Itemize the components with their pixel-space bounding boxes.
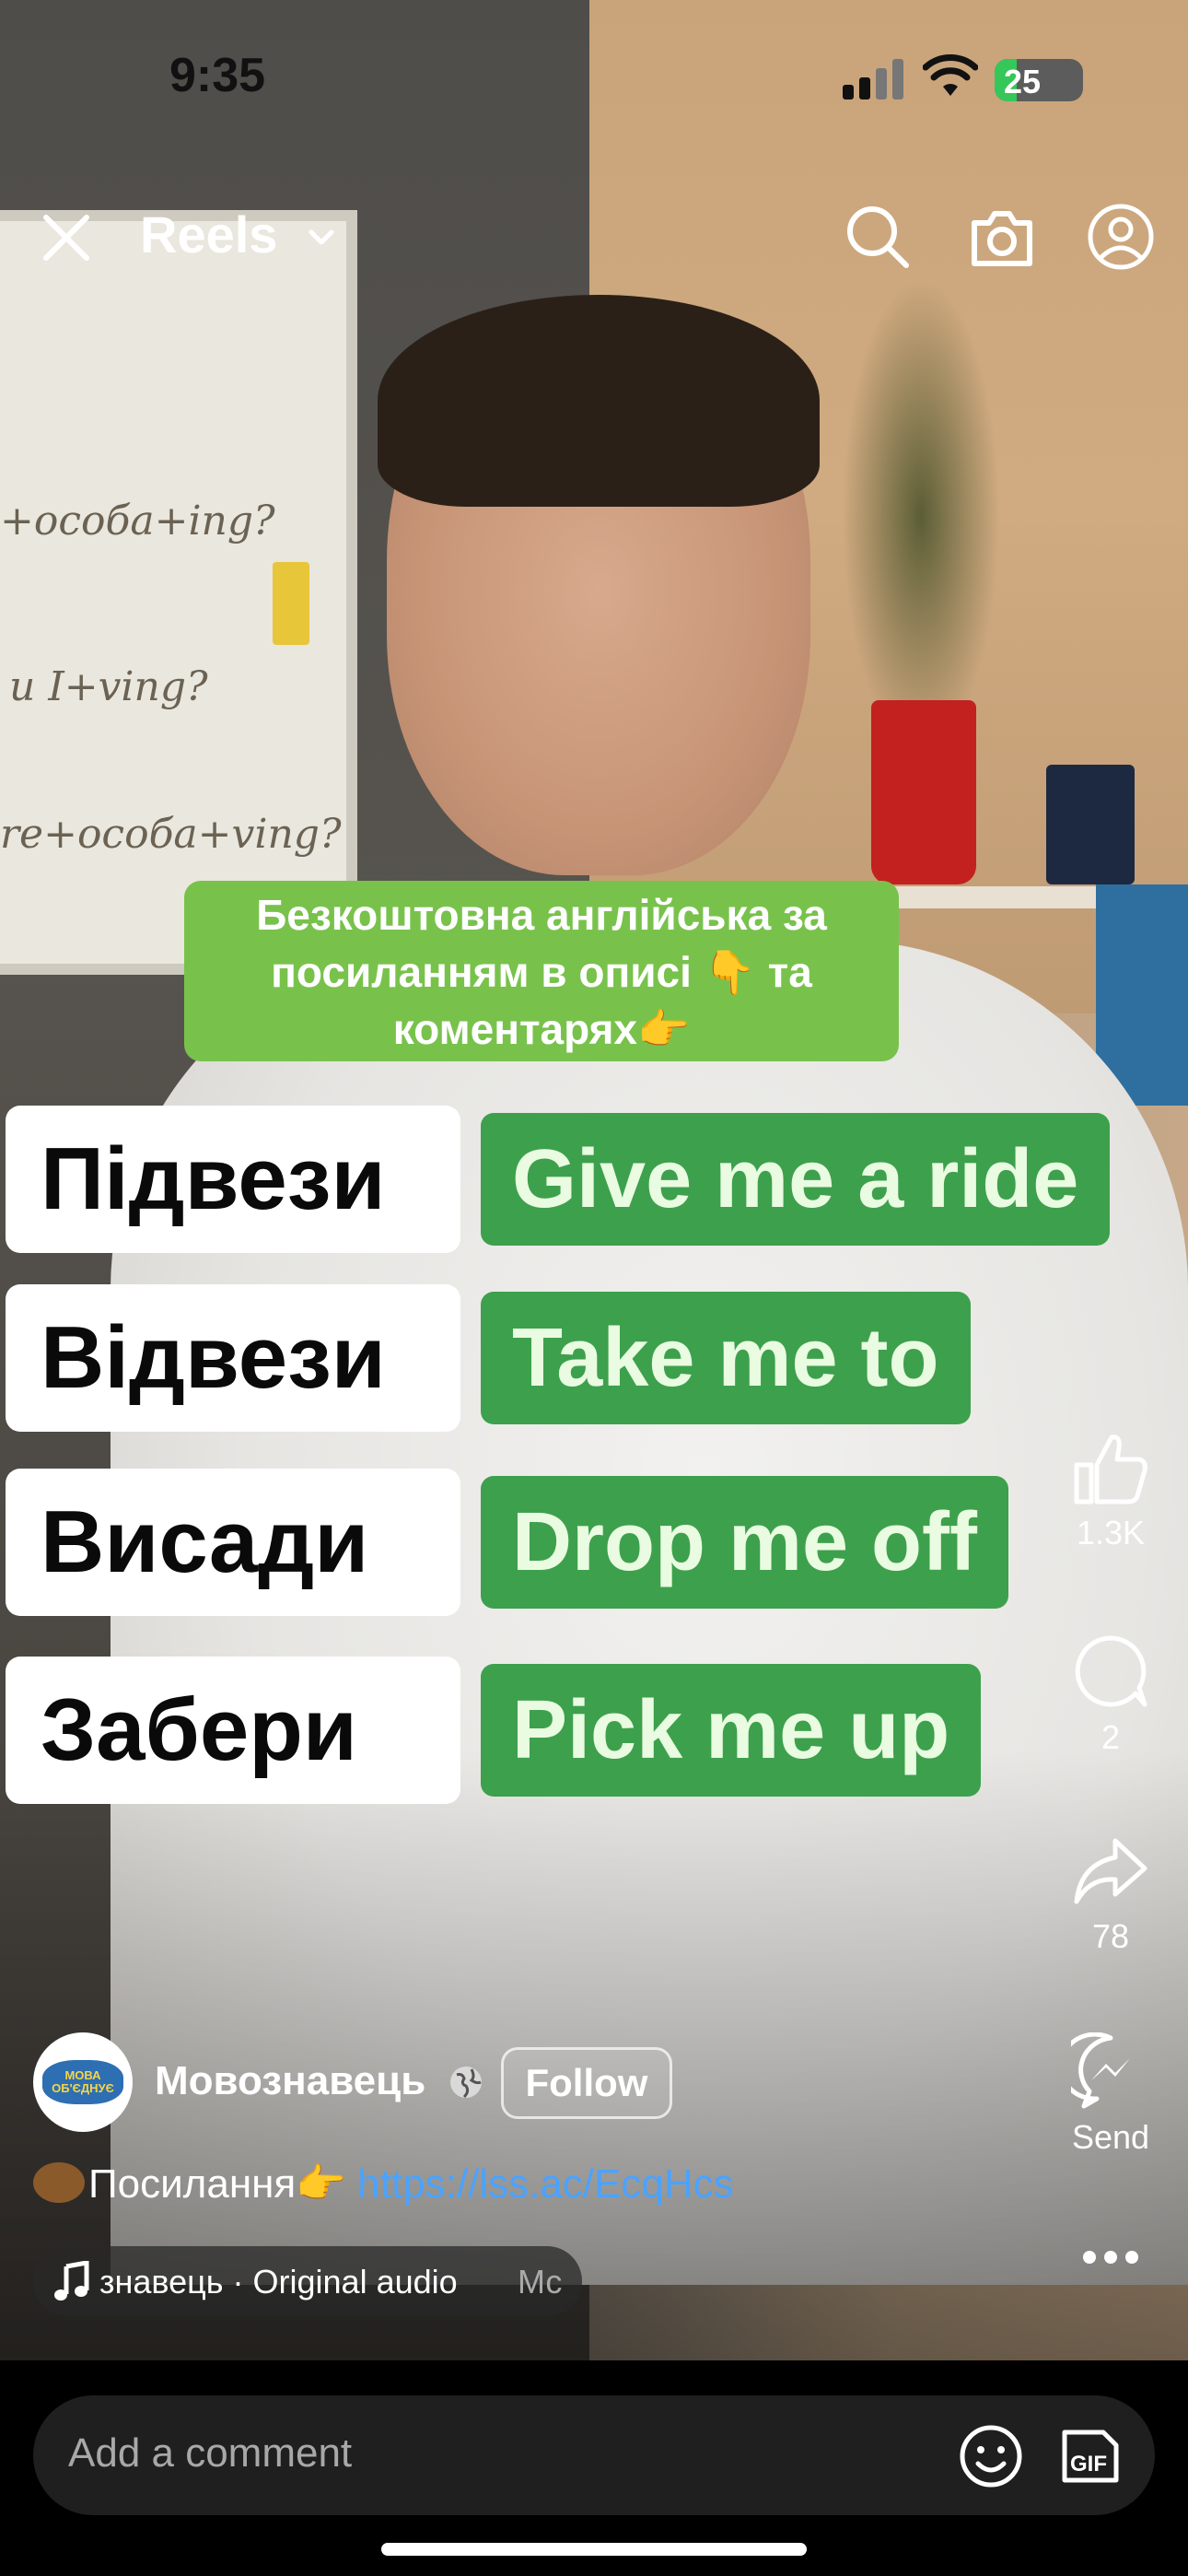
comment-button[interactable]: 2 [1055,1633,1166,1757]
gif-icon[interactable]: GIF [1059,2423,1122,2489]
svg-text:GIF: GIF [1070,2452,1107,2476]
whiteboard-scribble: u I+ving? [9,663,208,710]
caption-text: Посилання👉 [88,2161,347,2207]
ukrainian-phrase: Забери [6,1657,460,1804]
brand-logo-text: МОВА ОБ'ЄДНУЄ [52,2068,114,2095]
music-icon [54,2261,89,2301]
status-time: 9:35 [169,49,266,102]
sticky-note [273,562,309,645]
comment-input[interactable]: Add a comment [68,2430,352,2476]
audio-pill[interactable]: знавець · Original audio Мс [33,2246,582,2316]
ukrainian-phrase: Підвези [6,1106,460,1253]
battery-indicator: 25 [995,59,1083,101]
avatar[interactable]: МОВА ОБ'ЄДНУЄ [33,2032,133,2132]
promo-caption: Безкоштовна англійська за посиланням в о… [184,881,899,1061]
whiteboard: +особа+ing? u I+ving? re+особа+ving? [0,210,357,975]
author-name[interactable]: Мовознавець [155,2058,425,2104]
audio-title-continued: Мс [518,2263,563,2301]
caption-link[interactable]: https://lss.ac/EcqHcs [357,2161,733,2207]
whiteboard-scribble: re+особа+ving? [0,811,342,858]
close-icon[interactable] [39,210,94,265]
english-phrase: Give me a ride [481,1113,1111,1246]
plant-pot [871,700,976,884]
battery-percent: 25 [1004,63,1042,100]
share-icon [1074,1838,1147,1904]
heart-like-icon [1074,1434,1147,1505]
like-button[interactable]: 1.3K [1055,1432,1166,1552]
english-phrase: Drop me off [481,1476,1008,1609]
plant [829,240,1013,700]
caption[interactable]: Посилання👉 https://lss.ac/EcqHcs [33,2160,734,2207]
reels-title[interactable]: Reels [140,205,277,264]
profile-icon[interactable] [1087,203,1155,271]
send-button[interactable]: Send [1055,2032,1166,2157]
home-indicator [381,2543,807,2556]
messenger-icon [1058,2032,1130,2109]
english-phrase: Take me to [481,1292,971,1424]
camera-icon[interactable] [967,205,1037,271]
wifi-icon [923,54,978,96]
promo-line: коментарях👉 [392,1005,691,1053]
cellular-signal-icon [843,59,905,100]
globe-icon [450,2067,482,2099]
audio-title: знавець · Original audio [99,2263,458,2301]
comment-count: 2 [1101,1718,1121,1756]
more-icon [1083,2251,1138,2264]
follow-button[interactable]: Follow [501,2047,672,2119]
emoji-icon[interactable] [958,2423,1024,2489]
send-label: Send [1071,2118,1150,2156]
english-phrase: Pick me up [481,1664,982,1797]
person-hair [378,295,820,507]
promo-line: Безкоштовна англійська за [256,891,827,939]
share-button[interactable]: 78 [1055,1835,1166,1956]
book [1046,765,1135,884]
ukrainian-phrase: Висади [6,1469,460,1616]
more-button[interactable] [1055,2239,1166,2280]
like-count: 1.3K [1076,1514,1146,1551]
brown-circle-emoji [33,2162,85,2203]
whiteboard-scribble: +особа+ing? [0,498,275,544]
search-icon[interactable] [844,203,912,271]
comment-icon [1075,1635,1147,1707]
ukrainian-phrase: Відвези [6,1284,460,1432]
comment-bar[interactable]: Add a comment GIF [33,2395,1155,2515]
chevron-down-icon[interactable] [306,221,337,252]
share-count: 78 [1091,1917,1130,1955]
promo-line: посиланням в описі 👇 та [271,948,812,996]
